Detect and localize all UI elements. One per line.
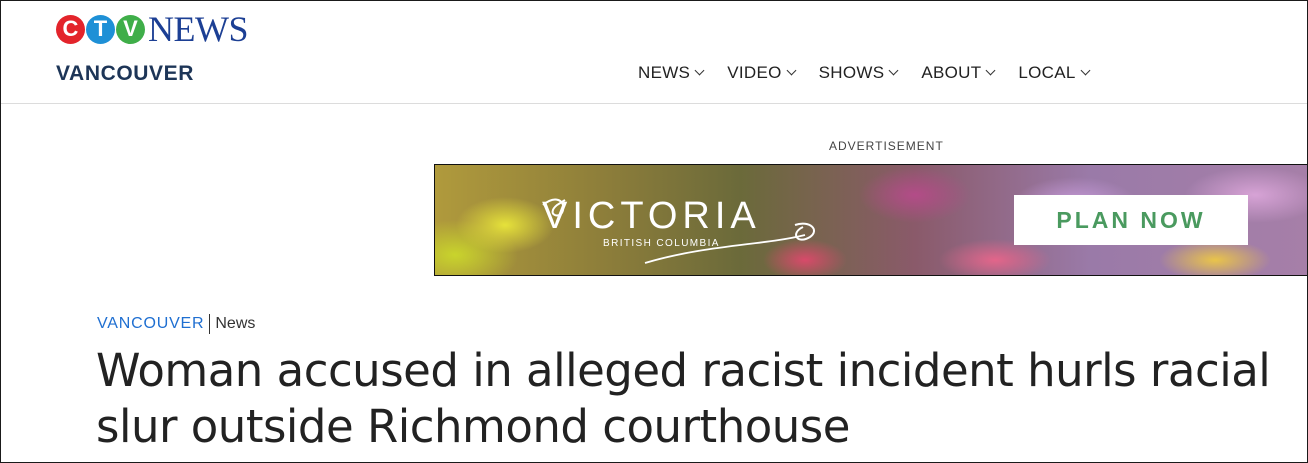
page-frame: C T V NEWS VANCOUVER NEWS VIDEO SHOWS AB…	[0, 0, 1308, 463]
nav-item-label: SHOWS	[818, 63, 885, 82]
nav-item-label: LOCAL	[1018, 63, 1076, 82]
main-nav: NEWS VIDEO SHOWS ABOUT LOCAL	[638, 63, 1091, 83]
ctv-news-logo[interactable]: C T V NEWS	[56, 9, 249, 49]
nav-item-label: ABOUT	[921, 63, 982, 82]
breadcrumb-section-link[interactable]: News	[215, 315, 255, 333]
logo-letter-t: T	[86, 14, 115, 44]
nav-item-local[interactable]: LOCAL	[1018, 63, 1091, 83]
chevron-down-icon	[694, 65, 705, 76]
site-header: C T V NEWS VANCOUVER NEWS VIDEO SHOWS AB…	[1, 1, 1307, 104]
nav-item-label: VIDEO	[727, 63, 782, 82]
logo-wordmark: NEWS	[148, 9, 249, 49]
nav-item-label: NEWS	[638, 63, 691, 82]
chevron-down-icon	[985, 65, 996, 76]
breadcrumb-region-link[interactable]: VANCOUVER	[97, 315, 204, 333]
article-headline: Woman accused in alleged racist incident…	[96, 344, 1271, 453]
nav-item-video[interactable]: VIDEO	[727, 63, 797, 83]
plan-now-button[interactable]: PLAN NOW	[1014, 195, 1248, 245]
logo-letter-v: V	[116, 14, 145, 44]
chevron-down-icon	[1080, 65, 1091, 76]
breadcrumb-divider	[209, 314, 211, 334]
nav-item-news[interactable]: NEWS	[638, 63, 705, 83]
logo-letter-c: C	[56, 14, 85, 44]
chevron-down-icon	[888, 65, 899, 76]
nav-item-shows[interactable]: SHOWS	[818, 63, 899, 83]
nav-item-about[interactable]: ABOUT	[921, 63, 996, 83]
ad-brand-subtitle: BRITISH COLUMBIA	[603, 238, 720, 249]
chevron-down-icon	[786, 65, 797, 76]
ad-banner[interactable]: VICTORIA BRITISH COLUMBIA PLAN NOW	[434, 164, 1307, 276]
breadcrumb: VANCOUVER News	[97, 314, 255, 334]
region-title[interactable]: VANCOUVER	[56, 62, 194, 86]
advertisement-label: ADVERTISEMENT	[829, 139, 944, 153]
ad-brand-name: VICTORIA	[542, 195, 761, 237]
